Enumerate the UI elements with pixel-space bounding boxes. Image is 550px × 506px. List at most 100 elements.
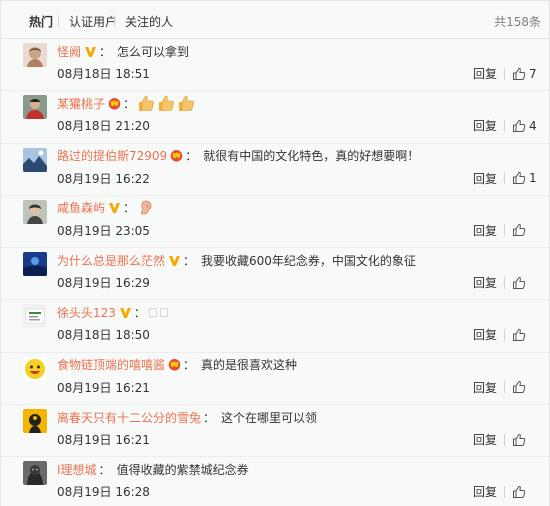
- vip-crown-icon[interactable]: [108, 97, 121, 110]
- comment-colon: ：: [98, 462, 111, 477]
- like-button[interactable]: 4: [512, 119, 537, 133]
- reply-button[interactable]: 回复: [473, 274, 497, 291]
- vip-crown-icon[interactable]: [170, 149, 183, 162]
- comment-content: 咸鱼森屿 ：: [57, 199, 155, 217]
- comment-colon: ：: [133, 305, 146, 320]
- comment-colon: ：: [183, 358, 196, 373]
- thumbs-up-icon: [512, 433, 526, 447]
- comment-username[interactable]: 路过的提伯斯72909: [57, 147, 167, 164]
- reply-button[interactable]: 回复: [473, 170, 497, 187]
- comment-username[interactable]: 咸鱼森屿: [57, 199, 105, 216]
- comment-item: 徐头头123 ： 08月18日 18:50 回复: [1, 300, 549, 353]
- comment-username[interactable]: 为什么总是那么茫然: [57, 252, 165, 269]
- comment-actions: 回复: [473, 274, 537, 291]
- tab-hot[interactable]: 热门: [29, 13, 53, 30]
- comment-colon: ：: [183, 253, 196, 268]
- vip-crown-icon[interactable]: [168, 358, 181, 371]
- like-button[interactable]: [512, 223, 537, 237]
- reply-button[interactable]: 回复: [473, 483, 497, 500]
- verified-v-icon[interactable]: [119, 306, 132, 319]
- comment-item: 食物链顶端的嘻嘻酱 ： 真的是很喜欢这种 08月19日 16:21 回复: [1, 352, 549, 406]
- like-count: 1: [529, 171, 537, 186]
- like-button[interactable]: [512, 485, 537, 499]
- tab-verified-users[interactable]: 认证用户: [69, 13, 117, 30]
- reply-button[interactable]: 回复: [473, 65, 497, 82]
- avatar[interactable]: [23, 356, 47, 381]
- like-count: 4: [529, 118, 537, 133]
- comment-content: 食物链顶端的嘻嘻酱 ： 真的是很喜欢这种: [57, 356, 297, 374]
- reply-button[interactable]: 回复: [473, 326, 497, 343]
- comment-item: I理想城： 值得收藏的紫禁城纪念券 08月19日 16:28 回复: [1, 457, 549, 506]
- comment-actions: 回复 1: [473, 170, 537, 187]
- comment-username[interactable]: 徐头头123: [57, 304, 116, 321]
- thumbs-up-emoji-icon: [177, 94, 195, 112]
- comment-tabs: 热门 认证用户 关注的人 共158条: [1, 1, 549, 39]
- comment-timestamp: 08月18日 18:51: [57, 67, 150, 81]
- like-button[interactable]: 7: [512, 67, 537, 81]
- comment-username[interactable]: 某獾桃子: [57, 95, 105, 112]
- like-count: 7: [529, 66, 537, 81]
- avatar[interactable]: [23, 43, 47, 67]
- action-divider: [504, 119, 505, 132]
- action-divider: [504, 328, 505, 341]
- thumbs-up-icon: [512, 380, 526, 394]
- avatar[interactable]: [23, 199, 47, 224]
- comment-timestamp: 08月19日 16:21: [57, 433, 150, 448]
- comment-username[interactable]: 离春天只有十二公分的雪兔: [57, 409, 201, 426]
- thumbs-up-icon: [512, 276, 526, 290]
- avatar[interactable]: [23, 147, 47, 172]
- comment-item: 路过的提伯斯72909 ： 就很有中国的文化特色，真的好想要啊！ 08月19日 16:…: [1, 143, 549, 196]
- comment-actions: 回复: [473, 431, 537, 448]
- reply-button[interactable]: 回复: [473, 117, 497, 134]
- reply-button[interactable]: 回复: [473, 222, 497, 239]
- tab-divider: [114, 15, 115, 27]
- comment-username[interactable]: 怪阙: [57, 43, 81, 60]
- like-button[interactable]: 1: [512, 171, 537, 185]
- comment-colon: ：: [123, 96, 136, 111]
- comment-username[interactable]: 食物链顶端的嘻嘻酱: [57, 356, 165, 373]
- verified-v-icon[interactable]: [168, 254, 181, 267]
- verified-v-icon[interactable]: [84, 45, 97, 58]
- comment-timestamp: 08月19日 16:21: [57, 380, 150, 395]
- action-divider: [504, 172, 505, 185]
- comment-timestamp: 08月18日 21:20: [57, 119, 150, 134]
- comment-colon: ：: [123, 201, 136, 216]
- thumbs-up-emoji-icon: [137, 94, 155, 112]
- comment-item: 怪阙 ： 怎么可以拿到 08月18日 18:51 回复 7: [1, 39, 549, 92]
- action-divider: [504, 485, 505, 498]
- comment-list: 怪阙 ： 怎么可以拿到 08月18日 18:51 回复 7 某獾桃子 ： 08月18日 21:2…: [1, 39, 549, 506]
- thumbs-up-icon: [512, 171, 526, 185]
- thumbs-up-icon: [512, 328, 526, 342]
- avatar[interactable]: [23, 409, 47, 434]
- like-button[interactable]: [512, 276, 537, 290]
- comment-item: 某獾桃子 ： 08月18日 21:20 回复 4: [1, 91, 549, 144]
- avatar[interactable]: [23, 95, 47, 120]
- comment-content: 离春天只有十二公分的雪兔： 这个在哪里可以领: [57, 408, 317, 426]
- comment-content: 为什么总是那么茫然 ： 我要收藏600年纪念券，中国文化的象征: [57, 251, 416, 269]
- action-divider: [504, 224, 505, 237]
- comment-actions: 回复 4: [473, 117, 537, 134]
- comment-colon: ：: [185, 149, 198, 164]
- avatar[interactable]: [23, 461, 47, 486]
- comment-timestamp: 08月19日 16:29: [57, 276, 150, 291]
- thumbs-up-icon: [512, 485, 526, 499]
- like-button[interactable]: [512, 433, 537, 447]
- avatar[interactable]: [23, 252, 47, 277]
- reply-button[interactable]: 回复: [473, 379, 497, 396]
- comment-actions: 回复 7: [473, 65, 537, 82]
- comment-actions: 回复: [473, 326, 537, 343]
- like-button[interactable]: [512, 328, 537, 342]
- comment-timestamp: 08月19日 23:05: [57, 223, 150, 238]
- comment-actions: 回复: [473, 483, 537, 500]
- action-divider: [504, 433, 505, 446]
- action-divider: [504, 381, 505, 394]
- tab-following[interactable]: 关注的人: [125, 13, 173, 30]
- comment-username[interactable]: I理想城: [57, 461, 97, 478]
- reply-button[interactable]: 回复: [473, 431, 497, 448]
- avatar[interactable]: [23, 304, 47, 329]
- verified-v-icon[interactable]: [108, 201, 121, 214]
- comment-item: 咸鱼森屿 ： 08月19日 23:05 回复: [1, 195, 549, 249]
- tab-divider: [58, 15, 59, 27]
- comment-text: 我要收藏600年纪念券，中国文化的象征: [201, 253, 416, 268]
- like-button[interactable]: [512, 380, 537, 394]
